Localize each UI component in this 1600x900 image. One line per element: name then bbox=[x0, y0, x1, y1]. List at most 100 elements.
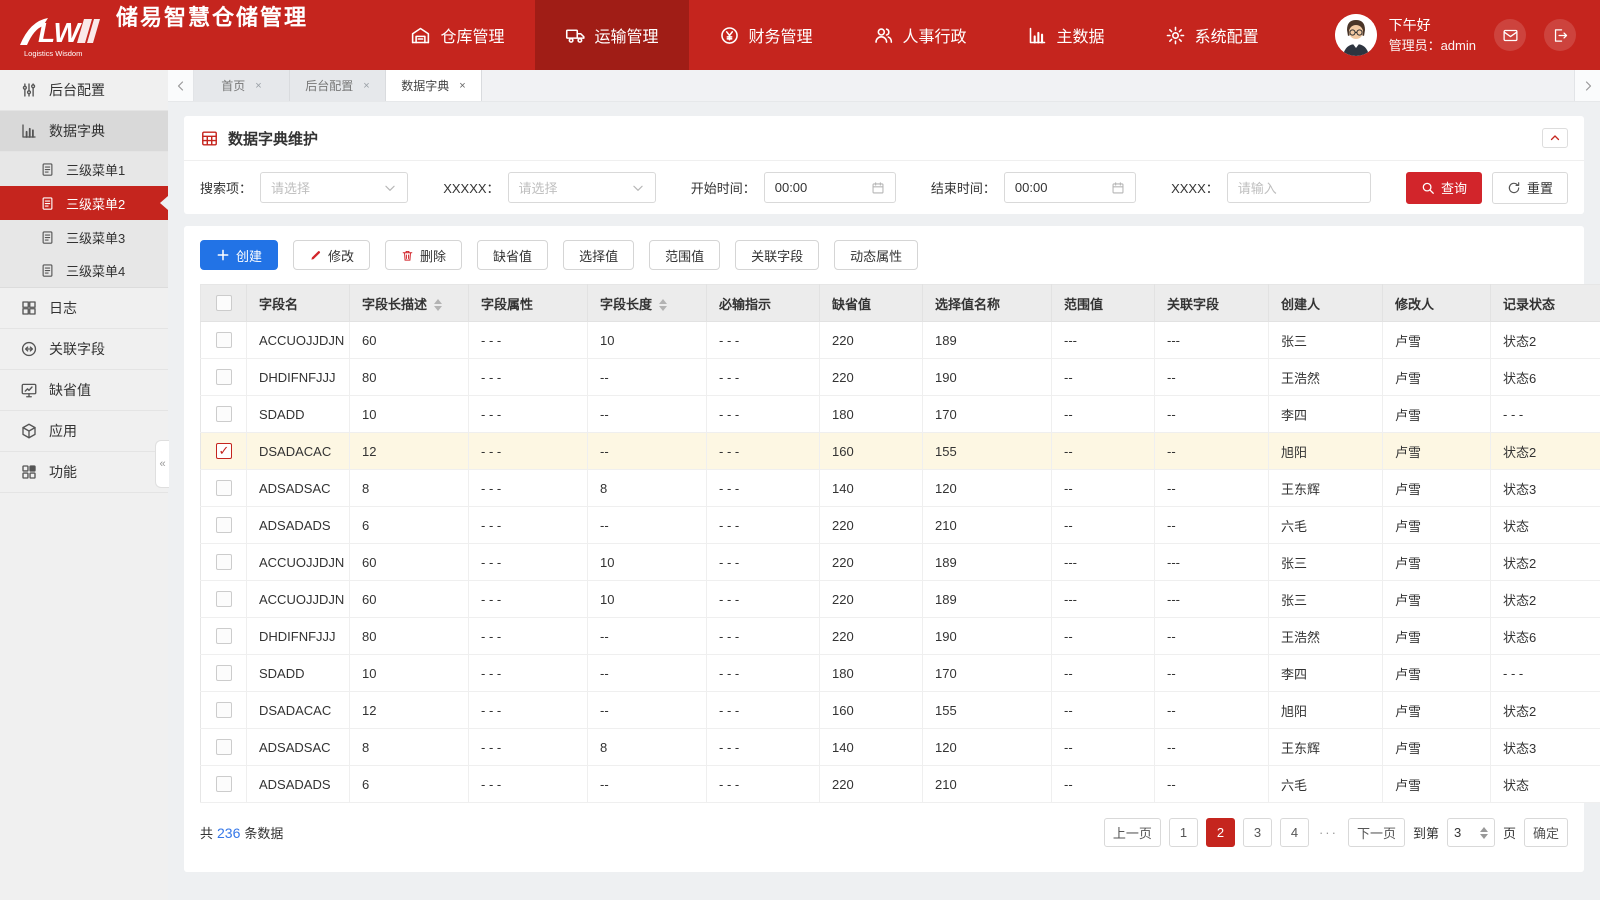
table-cell: - - - bbox=[706, 395, 820, 433]
sidebar-item-submenu-4[interactable]: 三级菜单4 bbox=[0, 254, 168, 288]
row-checkbox[interactable] bbox=[215, 332, 232, 349]
search-icon bbox=[1421, 181, 1435, 195]
page-button-3[interactable]: 3 bbox=[1242, 818, 1272, 847]
select-all-checkbox[interactable] bbox=[215, 295, 232, 312]
default-value-button[interactable]: 缺省值 bbox=[477, 240, 549, 270]
sidebar-collapse-handle[interactable]: « bbox=[155, 440, 169, 488]
row-checkbox[interactable] bbox=[215, 517, 232, 534]
sidebar-item-backend-config[interactable]: 后台配置 bbox=[0, 70, 168, 111]
logout-icon bbox=[1552, 27, 1569, 44]
column-header[interactable]: 字段长度 bbox=[587, 284, 707, 322]
row-checkbox[interactable] bbox=[215, 591, 232, 608]
logout-button[interactable] bbox=[1544, 19, 1576, 51]
table-cell: 王浩然 bbox=[1268, 358, 1383, 396]
column-header: 字段属性 bbox=[468, 284, 588, 322]
dynamic-attribute-button[interactable]: 动态属性 bbox=[834, 240, 919, 270]
mail-button[interactable] bbox=[1494, 19, 1526, 51]
page-button-4[interactable]: 4 bbox=[1279, 818, 1309, 847]
create-button[interactable]: 创建 bbox=[200, 240, 279, 270]
row-checkbox[interactable] bbox=[215, 369, 232, 386]
nav-item-system-config[interactable]: 系统配置 bbox=[1135, 0, 1289, 70]
table-cell: -- bbox=[1051, 506, 1155, 544]
row-checkbox[interactable] bbox=[215, 628, 232, 645]
button-label: 动态属性 bbox=[850, 248, 903, 264]
start-time-input[interactable]: 00:00 bbox=[763, 172, 896, 203]
table-cell: -- bbox=[1154, 654, 1269, 692]
next-page-button[interactable]: 下一页 bbox=[1347, 818, 1405, 847]
modify-button[interactable]: 修改 bbox=[293, 240, 371, 270]
sidebar-item-submenu-3[interactable]: 三级菜单3 bbox=[0, 220, 168, 254]
tab-home[interactable]: 首页 × bbox=[194, 70, 290, 101]
row-checkbox[interactable] bbox=[215, 739, 232, 756]
page-button-2[interactable]: 2 bbox=[1205, 818, 1235, 847]
active-item-arrow bbox=[160, 196, 168, 210]
nav-item-master-data[interactable]: 主数据 bbox=[997, 0, 1135, 70]
tab-label: 首页 bbox=[221, 79, 246, 93]
link-icon bbox=[20, 340, 38, 358]
sidebar: 后台配置数据字典三级菜单1 三级菜单2 三级菜单3 三级菜单4 日志 关联字段 缺省值 应用功… bbox=[0, 70, 169, 900]
search-item-select[interactable]: 请选择 bbox=[260, 172, 409, 203]
row-checkbox[interactable] bbox=[215, 554, 232, 571]
row-checkbox[interactable] bbox=[215, 480, 232, 497]
tab-scroll-right-button[interactable] bbox=[1574, 70, 1600, 101]
sidebar-item-data-dictionary[interactable]: 数据字典 bbox=[0, 111, 168, 152]
table-cell: - - - bbox=[706, 654, 820, 692]
people-icon bbox=[873, 25, 894, 46]
column-header[interactable]: 字段长描述 bbox=[349, 284, 469, 322]
table-cell: 220 bbox=[819, 506, 923, 544]
sidebar-item-submenu-1[interactable]: 三级菜单1 bbox=[0, 152, 168, 186]
table-cell: SDADD bbox=[246, 395, 350, 433]
column-header: 记录状态 bbox=[1490, 284, 1600, 322]
sidebar-item-submenu-2[interactable]: 三级菜单2 bbox=[0, 186, 168, 220]
goto-page-input[interactable]: 3 bbox=[1446, 818, 1495, 847]
xxxx-input[interactable]: 请输入 bbox=[1226, 172, 1371, 203]
nav-item-transport[interactable]: 运输管理 bbox=[534, 0, 689, 70]
panel-collapse-button[interactable] bbox=[1542, 128, 1568, 148]
query-button[interactable]: 查询 bbox=[1405, 171, 1482, 204]
sidebar-item-apps[interactable]: 应用 bbox=[0, 411, 168, 452]
row-checkbox[interactable] bbox=[215, 665, 232, 682]
xxxxx-select[interactable]: 请选择 bbox=[507, 172, 656, 203]
reset-button[interactable]: 重置 bbox=[1491, 171, 1568, 204]
table-cell: -- bbox=[1154, 395, 1269, 433]
table-cell: --- bbox=[1154, 543, 1269, 581]
close-icon[interactable]: × bbox=[459, 80, 465, 92]
page-stepper[interactable] bbox=[1479, 826, 1488, 839]
sort-icon[interactable] bbox=[659, 299, 668, 312]
tab-backend-config[interactable]: 后台配置 × bbox=[290, 70, 386, 101]
range-value-button[interactable]: 范围值 bbox=[649, 240, 721, 270]
sort-icon[interactable] bbox=[434, 299, 443, 312]
table-cell: - - - bbox=[706, 728, 820, 766]
nav-item-finance[interactable]: 财务管理 bbox=[689, 0, 843, 70]
row-checkbox[interactable] bbox=[215, 702, 232, 719]
sidebar-item-logs[interactable]: 日志 bbox=[0, 288, 168, 329]
tab-data-dictionary[interactable]: 数据字典 × bbox=[386, 70, 482, 101]
user-avatar[interactable] bbox=[1334, 14, 1377, 56]
goto-suffix: 页 bbox=[1502, 826, 1516, 841]
related-field-button[interactable]: 关联字段 bbox=[735, 240, 820, 270]
delete-button[interactable]: 删除 bbox=[385, 240, 463, 270]
sidebar-item-label: 数据字典 bbox=[49, 123, 105, 139]
chevron-up-icon bbox=[1549, 132, 1561, 144]
row-checkbox[interactable] bbox=[215, 406, 232, 423]
row-checkbox-checked[interactable] bbox=[215, 443, 232, 460]
row-checkbox[interactable] bbox=[215, 776, 232, 793]
nav-item-hr[interactable]: 人事行政 bbox=[843, 0, 997, 70]
sidebar-item-default-values[interactable]: 缺省值 bbox=[0, 370, 168, 411]
total-prefix: 共 bbox=[200, 826, 214, 841]
close-icon[interactable]: × bbox=[255, 80, 261, 92]
select-value-button[interactable]: 选择值 bbox=[563, 240, 635, 270]
table-cell: 220 bbox=[819, 617, 923, 655]
confirm-button[interactable]: 确定 bbox=[1523, 818, 1568, 847]
sidebar-item-related-fields[interactable]: 关联字段 bbox=[0, 329, 168, 370]
end-time-input[interactable]: 00:00 bbox=[1003, 172, 1136, 203]
sidebar-item-label: 三级菜单3 bbox=[66, 230, 126, 246]
page-button-1[interactable]: 1 bbox=[1168, 818, 1198, 847]
column-header-label: 创建人 bbox=[1281, 296, 1321, 312]
close-icon[interactable]: × bbox=[363, 80, 369, 92]
nav-item-warehouse[interactable]: 仓库管理 bbox=[380, 0, 534, 70]
table-cell: 189 bbox=[922, 543, 1052, 581]
prev-page-button[interactable]: 上一页 bbox=[1103, 818, 1161, 847]
tab-scroll-left-button[interactable] bbox=[168, 70, 194, 101]
sidebar-item-functions[interactable]: 功能 bbox=[0, 452, 168, 493]
